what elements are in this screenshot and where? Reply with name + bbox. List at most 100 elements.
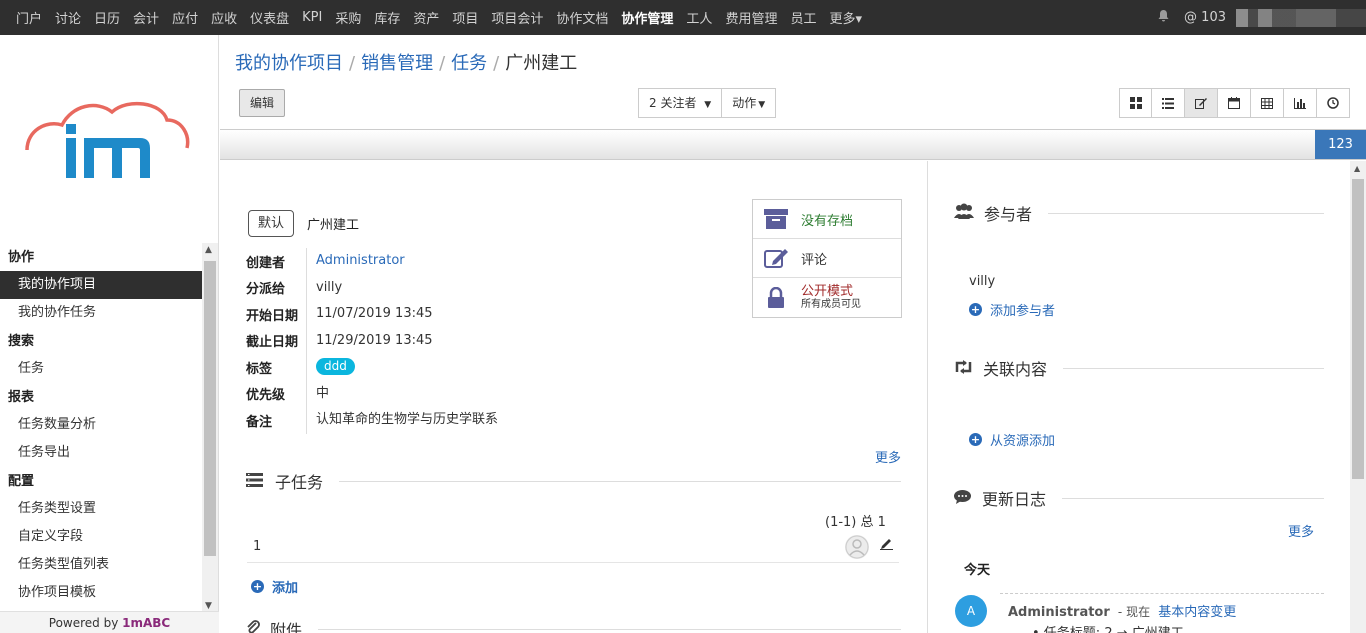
breadcrumb-link-projects[interactable]: 我的协作项目 <box>235 53 343 74</box>
topnav-item[interactable]: 仪表盘 <box>250 8 289 27</box>
log-user[interactable]: Administrator <box>1008 605 1110 620</box>
edit-button[interactable]: 编辑 <box>239 89 286 117</box>
archive-status[interactable]: 没有存档 <box>753 200 901 239</box>
form-view-icon[interactable] <box>1185 88 1218 118</box>
scrollbar-thumb[interactable] <box>1352 179 1364 479</box>
sidebar-section-title: 报表 <box>8 390 35 405</box>
scroll-down-icon[interactable]: ▼ <box>205 601 212 611</box>
comment-action[interactable]: 评论 <box>753 239 901 278</box>
topnav-item[interactable]: 采购 <box>335 8 361 27</box>
retweet-icon <box>954 359 973 378</box>
topnav-item[interactable]: 费用管理 <box>725 8 777 27</box>
breadcrumb-sep: / <box>439 53 446 74</box>
subtasks-count: (1-1) 总 1 <box>825 515 886 530</box>
log-action-link[interactable]: 基本内容变更 <box>1158 605 1236 620</box>
sidebar-item[interactable]: 我的协作项目 <box>0 271 202 299</box>
breadcrumb-link-tasks[interactable]: 任务 <box>451 53 487 74</box>
sidebar-item[interactable]: 任务 <box>0 355 202 383</box>
field-value: 11/29/2019 13:45 <box>306 327 433 354</box>
stage-badge[interactable]: 默认 <box>248 210 295 237</box>
topnav-item[interactable]: 协作管理 <box>621 8 673 27</box>
sidebar-section-title: 配置 <box>8 474 35 489</box>
user-avatar[interactable] <box>1236 8 1366 27</box>
topnav-item[interactable]: 会计 <box>133 8 159 27</box>
topnav-item[interactable]: 门户 <box>16 8 42 27</box>
action-label: 动作 <box>732 96 757 110</box>
topnav-item[interactable]: KPI <box>302 10 322 25</box>
topnav-item[interactable]: 工人 <box>686 8 712 27</box>
view-switcher <box>1119 88 1350 118</box>
calendar-view-icon[interactable] <box>1218 88 1251 118</box>
tag-pill[interactable]: ddd <box>316 358 355 375</box>
today-label: 今天 <box>964 563 991 578</box>
pencil-icon[interactable] <box>880 537 893 554</box>
action-dropdown-button[interactable]: 动作 ▼ <box>722 88 777 118</box>
add-participant-button[interactable]: + 添加参与者 <box>969 300 1055 319</box>
followers-button[interactable]: 2 关注者 ▼ <box>638 88 723 118</box>
table-row[interactable]: 1 <box>247 531 899 563</box>
divider <box>339 480 901 482</box>
field-row: 优先级 中 <box>246 380 498 407</box>
sidebar-item[interactable]: 任务类型设置 <box>0 495 202 523</box>
powered-prefix: Powered by <box>48 616 123 630</box>
clock-view-icon[interactable] <box>1317 88 1350 118</box>
field-label: 备注 <box>246 414 273 430</box>
breadcrumb-sep: / <box>493 53 500 74</box>
sidebar-item[interactable]: 任务类型值列表 <box>0 551 202 579</box>
list-view-icon[interactable] <box>1152 88 1185 118</box>
kanban-view-icon[interactable] <box>1119 88 1152 118</box>
topnav-item[interactable]: 资产 <box>413 8 439 27</box>
subtask-number: 1 <box>253 539 262 554</box>
count-badge[interactable]: 123 <box>1315 130 1366 159</box>
users-icon <box>954 203 974 223</box>
right-scrollbar[interactable]: ▲ <box>1350 161 1366 633</box>
topnav-item[interactable]: 日历 <box>94 8 120 27</box>
sidebar-item[interactable]: 协作项目模板 <box>0 579 202 607</box>
mention-count[interactable]: @ 103 <box>1184 10 1226 25</box>
sidebar-item[interactable]: 任务数量分析 <box>0 411 202 439</box>
visibility-status[interactable]: 公开模式 所有成员可见 <box>753 278 901 317</box>
topnav-item[interactable]: 库存 <box>374 8 400 27</box>
comment-label: 评论 <box>801 252 828 268</box>
topnav-item[interactable]: 员工 <box>790 8 816 27</box>
grid-view-icon[interactable] <box>1251 88 1284 118</box>
subtasks-header: 子任务 <box>246 469 901 493</box>
sidebar-item[interactable]: 自定义字段 <box>0 523 202 551</box>
field-label: 优先级 <box>246 388 286 404</box>
add-from-resource-button[interactable]: + 从资源添加 <box>969 430 1055 449</box>
paperclip-icon <box>246 619 260 633</box>
powered-brand[interactable]: 1mABC <box>122 616 170 630</box>
archive-box-icon <box>763 209 789 229</box>
field-value[interactable]: Administrator <box>306 248 405 275</box>
scroll-up-icon[interactable]: ▲ <box>205 245 212 255</box>
topnav-item[interactable]: 讨论 <box>55 8 81 27</box>
topnav-item[interactable]: 项目 <box>452 8 478 27</box>
sidebar-scrollbar[interactable]: ▲ ▼ <box>202 243 218 613</box>
divider <box>1062 497 1324 499</box>
topnav-item[interactable]: 应收 <box>211 8 237 27</box>
breadcrumb-link-project[interactable]: 销售管理 <box>361 53 433 74</box>
sidebar-item[interactable]: 任务导出 <box>0 439 202 467</box>
status-bar: 123 <box>220 129 1366 160</box>
topnav-item[interactable]: 更多▾ <box>829 8 862 27</box>
caret-down-icon: ▼ <box>704 100 712 110</box>
sidebar-menu: 协作 我的协作项目 我的协作任务 搜索 任务 报表 任务数量分析 任务导出 配置 任务类型设置 自定… <box>0 243 202 607</box>
topnav-item[interactable]: 协作文档 <box>556 8 608 27</box>
bell-icon[interactable] <box>1157 9 1170 27</box>
scrollbar-thumb[interactable] <box>204 261 216 556</box>
top-right-area: @ 103 <box>1157 0 1366 35</box>
scroll-up-icon[interactable]: ▲ <box>1354 164 1360 173</box>
chart-view-icon[interactable] <box>1284 88 1317 118</box>
field-value: 11/07/2019 13:45 <box>306 301 433 328</box>
topnav-item[interactable]: 项目会计 <box>491 8 543 27</box>
log-entry-header: Administrator - 现在 基本内容变更 <box>1008 601 1236 620</box>
public-mode-label: 公开模式 <box>801 283 854 299</box>
sidebar-item[interactable]: 我的协作任务 <box>0 299 202 327</box>
sidebar-section-title: 搜索 <box>8 334 35 349</box>
topnav-item[interactable]: 应付 <box>172 8 198 27</box>
changelog-more-link[interactable]: 更多 <box>1288 521 1314 540</box>
add-subtask-button[interactable]: + 添加 <box>251 577 298 596</box>
field-label: 截止日期 <box>246 335 299 351</box>
participant-name[interactable]: villy <box>969 274 995 289</box>
more-link[interactable]: 更多 <box>875 447 901 466</box>
